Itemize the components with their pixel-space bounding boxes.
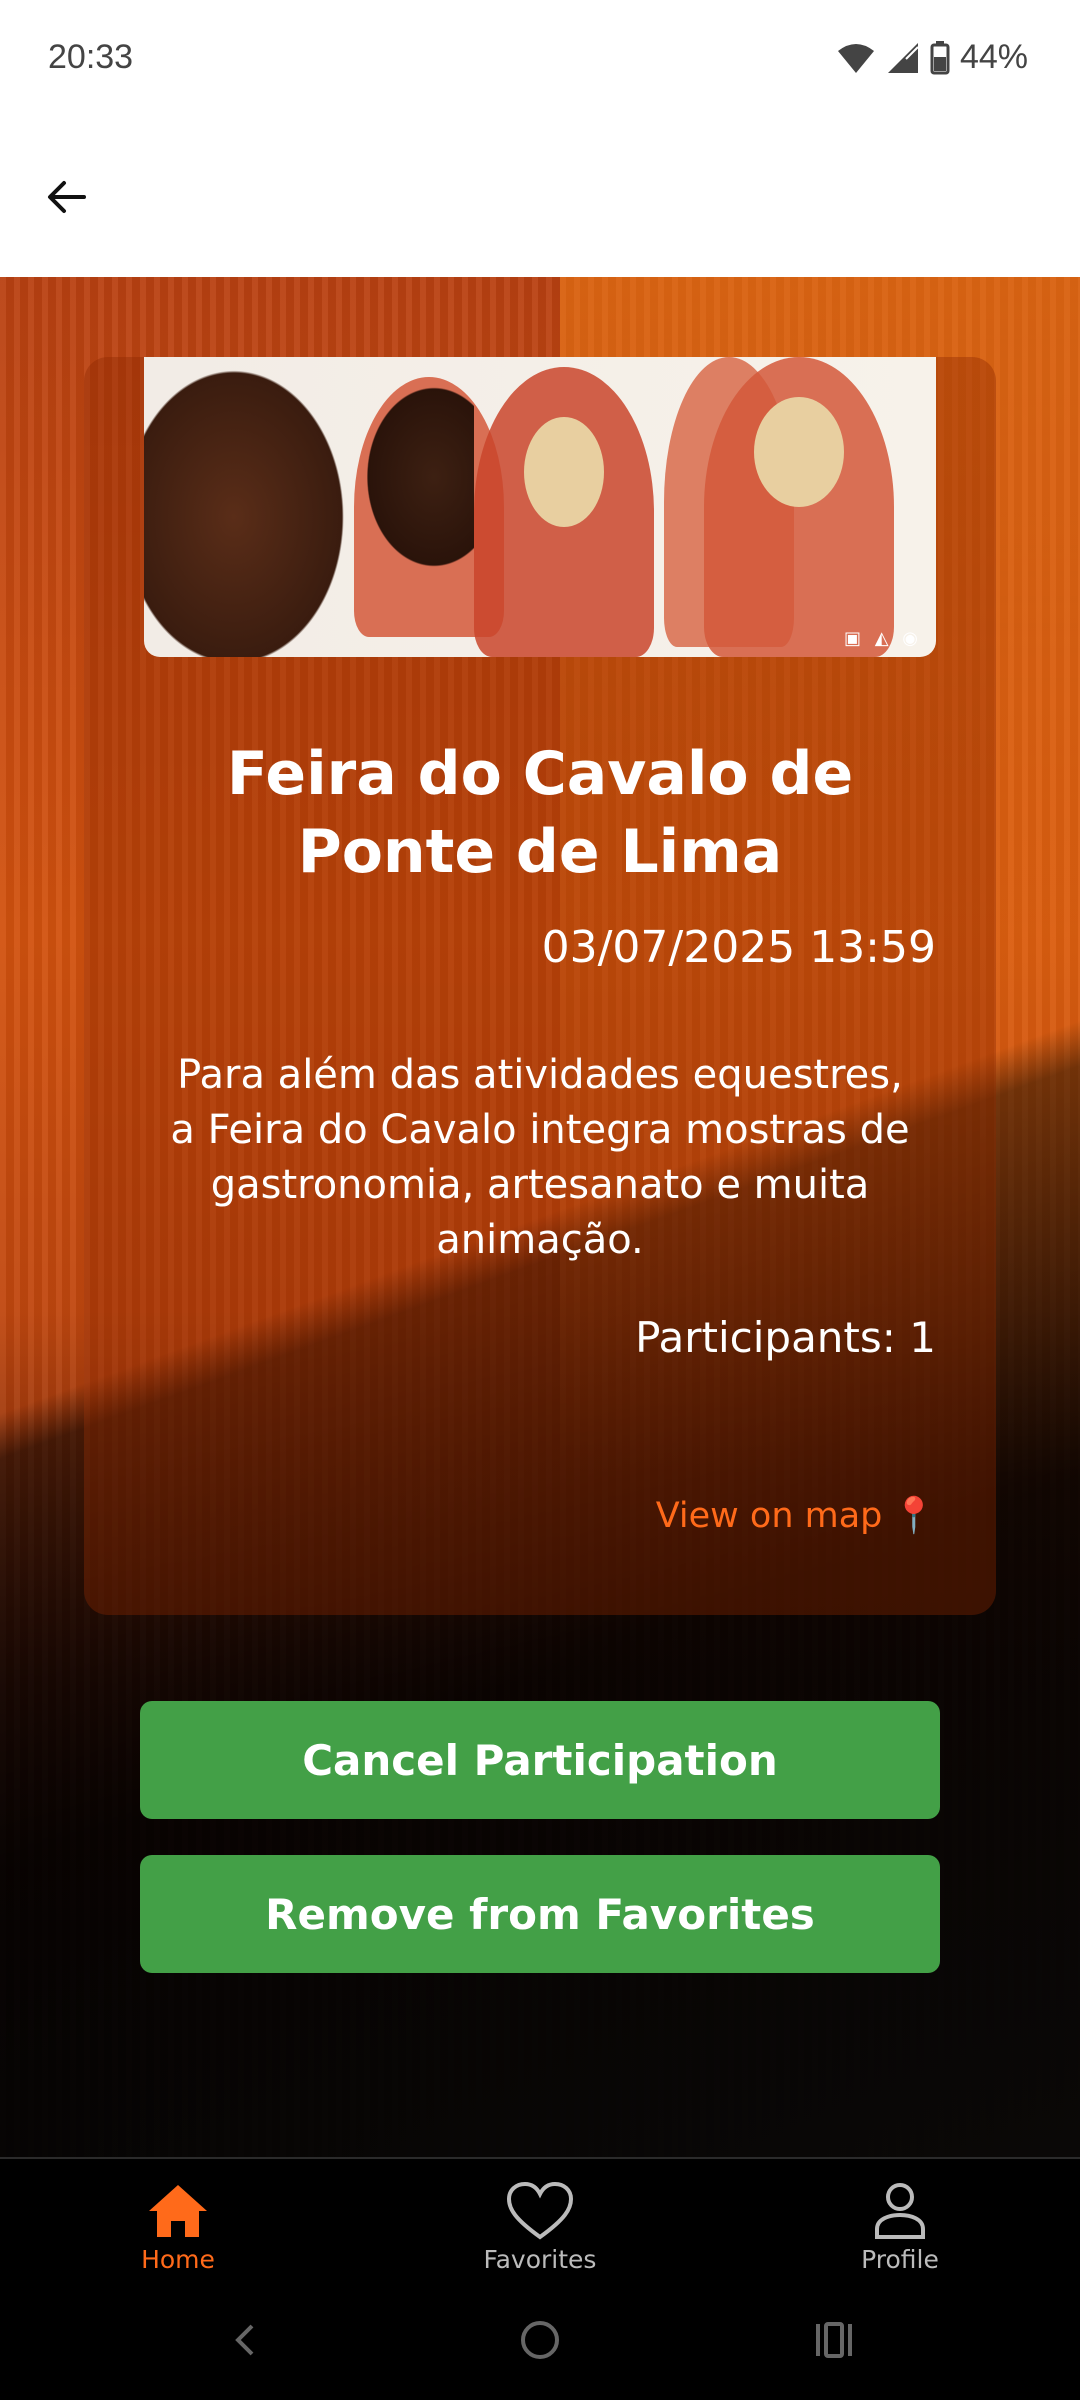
remove-favorites-button[interactable]: Remove from Favorites (140, 1855, 940, 1973)
back-button[interactable] (34, 165, 98, 229)
app-bar (0, 125, 1080, 277)
nav-profile-label: Profile (861, 2245, 939, 2274)
system-recents-button[interactable] (802, 2308, 866, 2372)
event-datetime: 03/07/2025 13:59 (541, 922, 936, 973)
pin-icon: 📍 (892, 1496, 936, 1536)
view-on-map-link[interactable]: View on map 📍 (144, 1495, 936, 1536)
system-home-button[interactable] (508, 2308, 572, 2372)
view-on-map-label: View on map (655, 1496, 883, 1536)
nav-profile[interactable]: Profile (750, 2161, 1050, 2281)
status-bar: 20:33 44% (0, 0, 1080, 125)
heart-icon (506, 2181, 574, 2240)
event-image: ▣ ◭ ◉ (144, 357, 936, 657)
person-icon (875, 2183, 925, 2239)
wifi-icon (837, 43, 874, 73)
event-description: Para além das atividades equestres, a Fe… (170, 1052, 910, 1263)
home-icon (149, 2185, 207, 2237)
nav-home[interactable]: Home (28, 2161, 328, 2281)
battery-icon (930, 40, 950, 74)
nav-home-label: Home (141, 2245, 215, 2274)
status-icons: 44% (836, 38, 1028, 77)
participants-count: Participants: 1 (635, 1313, 936, 1362)
system-back-icon (235, 2324, 254, 2356)
system-home-icon (521, 2321, 559, 2359)
system-nav (0, 2282, 1080, 2400)
nav-favorites-label: Favorites (483, 2245, 597, 2274)
bottom-nav: Home Favorites Profile (0, 2157, 1080, 2284)
system-recents-icon (816, 2322, 852, 2358)
event-title: Feira do Cavalo de Ponte de Lima (226, 739, 854, 887)
signal-icon (887, 42, 919, 73)
arrow-back-icon (48, 181, 86, 213)
nav-favorites[interactable]: Favorites (390, 2161, 690, 2281)
logos: ▣ ◭ ◉ (844, 628, 922, 649)
status-time: 20:33 (48, 38, 134, 76)
system-back-button[interactable] (214, 2308, 278, 2372)
cancel-participation-button[interactable]: Cancel Participation (140, 1701, 940, 1819)
battery-percent: 44% (959, 38, 1028, 76)
horse-image (144, 357, 474, 657)
